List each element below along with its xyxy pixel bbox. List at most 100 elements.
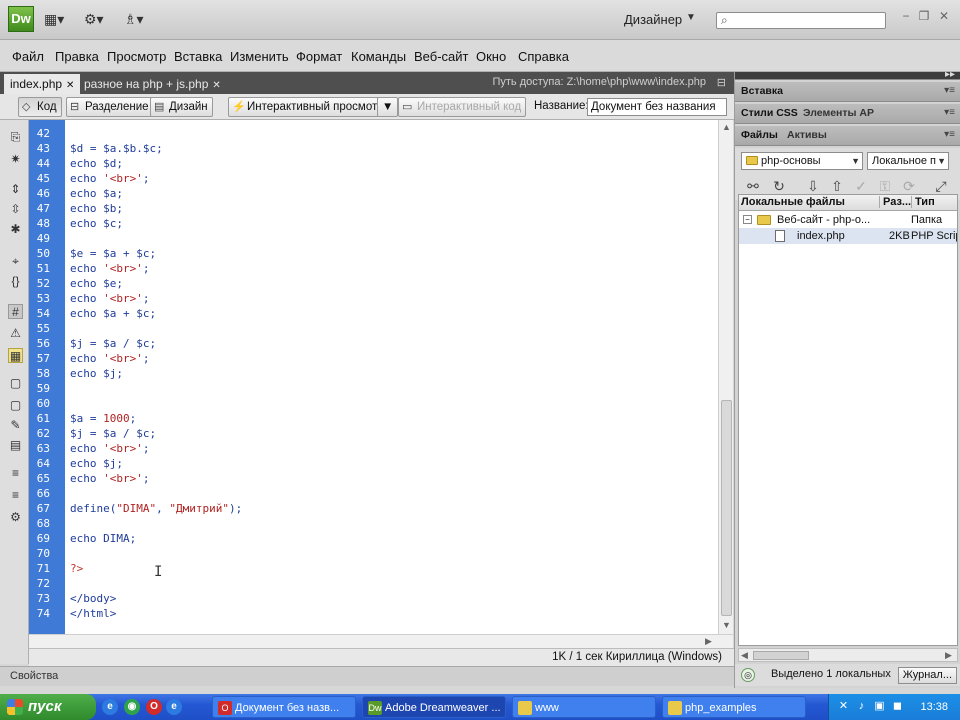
gear-icon[interactable]: ⚙▾ — [84, 11, 104, 29]
highlight-invalid-code-icon[interactable]: ⚠ — [8, 326, 23, 341]
network-icon[interactable]: ✕ — [837, 700, 850, 713]
chevron-down-icon[interactable]: ▼ — [686, 12, 696, 23]
opera-icon[interactable]: O — [146, 699, 162, 715]
scroll-thumb[interactable] — [753, 651, 809, 660]
task-php-examples-folder[interactable]: php_examples — [662, 696, 806, 718]
layout-icon[interactable]: ▦▾ — [44, 11, 64, 29]
collapse-selection-icon[interactable]: ⇳ — [8, 202, 23, 217]
menu-format[interactable]: Формат — [296, 49, 342, 64]
col-type[interactable]: Тип — [911, 196, 935, 208]
collapse-tree-icon[interactable]: − — [743, 215, 752, 224]
col-size[interactable]: Раз... — [879, 196, 911, 208]
site-select[interactable]: php-основы ▼ — [741, 152, 863, 170]
panel-menu-icon[interactable]: ▾≡ — [944, 107, 955, 118]
table-row[interactable]: index.php 2KB PHP Script — [739, 228, 957, 244]
chrome-icon[interactable]: ◉ — [124, 699, 140, 715]
start-button[interactable]: пуск — [0, 694, 96, 720]
tab-css-styles[interactable]: Стили CSS — [737, 107, 802, 119]
close-icon[interactable]: ✕ — [936, 8, 952, 24]
files-horizontal-scrollbar[interactable]: ◀ ▶ — [738, 648, 958, 662]
workspace-switcher[interactable]: Дизайнер — [624, 12, 682, 27]
menu-help[interactable]: Справка — [518, 49, 569, 64]
refresh-icon[interactable]: ↻ — [771, 178, 787, 194]
tab-ap-elements[interactable]: Элементы AP — [799, 107, 878, 119]
properties-panel[interactable]: Свойства — [0, 666, 734, 686]
live-view-button[interactable]: ⚡ Интерактивный просмотр — [228, 97, 389, 117]
outdent-code-icon[interactable]: ≡ — [8, 488, 23, 503]
monitor-icon[interactable]: ▣ — [873, 700, 886, 713]
wrap-tag-icon[interactable]: ✎ — [8, 418, 23, 433]
scroll-right-icon[interactable]: ▶ — [945, 650, 952, 661]
design-view-button[interactable]: ▤ Дизайн — [150, 97, 213, 117]
balance-braces-icon[interactable]: {} — [8, 274, 23, 289]
sync-icon[interactable]: ⟳ — [901, 178, 917, 194]
site-icon[interactable]: ♗▾ — [124, 11, 144, 29]
expand-all-icon[interactable]: ✱ — [8, 222, 23, 237]
view-select[interactable]: Локальное п ▼ — [867, 152, 949, 170]
show-code-navigator-icon[interactable]: ✷ — [8, 152, 23, 167]
minimize-icon[interactable]: − — [898, 8, 914, 24]
check-out-icon[interactable]: ✓ — [853, 178, 869, 194]
browser-icon[interactable]: e — [166, 699, 182, 715]
tab-index-php[interactable]: index.php ✕ — [4, 74, 81, 94]
vertical-scrollbar[interactable]: ▲ ▼ — [718, 120, 733, 634]
split-view-button[interactable]: ⊟ Разделение — [66, 97, 154, 117]
document-title-input[interactable]: Документ без названия — [587, 98, 727, 116]
menu-view[interactable]: Просмотр — [107, 49, 166, 64]
task-www-folder[interactable]: www — [512, 696, 656, 718]
panel-menu-icon[interactable]: ▾≡ — [944, 85, 955, 96]
col-local-files[interactable]: Локальные файлы — [741, 196, 845, 208]
check-in-icon[interactable]: ⚿ — [877, 178, 893, 194]
tab-misc-php[interactable]: разное на php + js.php ✕ — [78, 74, 227, 94]
expand-panel-icon[interactable]: ⤢ — [933, 178, 949, 194]
connect-icon[interactable]: ⚯ — [745, 178, 761, 194]
remove-comment-icon[interactable]: ▢ — [8, 398, 23, 413]
line-numbers-icon[interactable]: # — [8, 304, 23, 319]
menu-insert[interactable]: Вставка — [174, 49, 222, 64]
task-document[interactable]: O Документ без назв... — [212, 696, 356, 718]
menu-window[interactable]: Окно — [476, 49, 506, 64]
menu-commands[interactable]: Команды — [351, 49, 406, 64]
help-search-input[interactable]: ⌕ — [716, 12, 886, 29]
menu-site[interactable]: Веб-сайт — [414, 49, 468, 64]
tab-files[interactable]: Файлы — [737, 129, 782, 141]
insert-panel-header[interactable]: Вставка ▾≡ — [735, 82, 960, 102]
table-row[interactable]: − Веб-сайт - php-о... Папка — [739, 212, 957, 228]
code-editor[interactable]: $d = $a.$b.$c; echo $d; echo '<br>'; echo $… — [65, 120, 718, 634]
tab-assets[interactable]: Активы — [783, 129, 831, 141]
scroll-up-icon[interactable]: ▲ — [722, 122, 731, 132]
task-dreamweaver[interactable]: Dw Adobe Dreamweaver ... — [362, 696, 506, 718]
get-files-icon[interactable]: ⇩ — [805, 178, 821, 194]
volume-icon[interactable]: ♪ — [855, 700, 868, 713]
tab-insert[interactable]: Вставка — [737, 85, 787, 97]
put-files-icon[interactable]: ⇧ — [829, 178, 845, 194]
scroll-thumb[interactable] — [721, 400, 732, 616]
select-parent-tag-icon[interactable]: ⌖ — [8, 254, 23, 269]
scroll-right-icon[interactable]: ▶ — [705, 636, 712, 647]
scroll-left-icon[interactable]: ◀ — [741, 650, 748, 661]
format-source-icon[interactable]: ⚙ — [8, 510, 23, 525]
panel-menu-icon[interactable]: ▾≡ — [944, 129, 955, 140]
horizontal-scrollbar[interactable]: ▶ — [29, 634, 733, 648]
menu-modify[interactable]: Изменить — [230, 49, 289, 64]
menu-file[interactable]: Файл — [12, 49, 44, 64]
live-view-dropdown[interactable]: ▼ — [377, 97, 399, 117]
menu-edit[interactable]: Правка — [55, 49, 99, 64]
indent-code-icon[interactable]: ≡ — [8, 466, 23, 481]
collapse-tag-icon[interactable]: ⇕ — [8, 182, 23, 197]
tray-app-icon[interactable]: ◼ — [891, 700, 904, 713]
close-tab-icon[interactable]: ✕ — [212, 80, 220, 91]
filter-icon[interactable]: ⊟ — [717, 76, 726, 89]
open-documents-icon[interactable]: ⎘ — [8, 130, 23, 145]
apply-comment-icon[interactable]: ▢ — [8, 376, 23, 391]
ie-icon[interactable]: e — [102, 699, 118, 715]
syntax-error-alerts-icon[interactable]: ▦ — [8, 348, 23, 363]
restore-icon[interactable]: ❐ — [916, 8, 932, 24]
recent-snippets-icon[interactable]: ▤ — [8, 438, 23, 453]
scroll-down-icon[interactable]: ▼ — [722, 620, 731, 630]
collapse-icon[interactable]: ▸▸ — [945, 69, 955, 80]
close-tab-icon[interactable]: ✕ — [66, 80, 74, 91]
live-code-button[interactable]: ▭ Интерактивный код — [398, 97, 527, 117]
code-view-button[interactable]: ◇ Код — [18, 97, 62, 117]
log-button[interactable]: Журнал... — [897, 667, 957, 684]
